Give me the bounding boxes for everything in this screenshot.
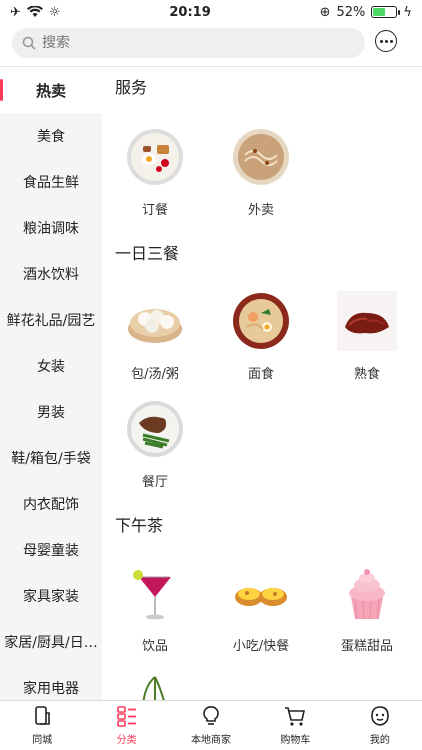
charging-icon: ϟ — [403, 4, 412, 20]
battery-icon — [371, 6, 401, 18]
category-item-label: 订餐 — [141, 203, 168, 218]
profile-icon — [371, 706, 389, 726]
tab-label: 我的 — [369, 735, 390, 746]
category-item-snacks[interactable]: 小吃/快餐 — [208, 555, 314, 663]
sidebar-item-label: 家用电器 — [23, 681, 79, 697]
loading-icon: ☼ — [48, 4, 61, 20]
bottom-tab-bar: 同城 分类 本地商家 购物车 我的 — [0, 700, 422, 750]
sidebar-item-mens[interactable]: 男装 — [0, 389, 102, 435]
breakfast-plate-icon — [125, 127, 185, 187]
tab-label: 分类 — [116, 735, 137, 746]
cherries-icon — [125, 671, 185, 700]
sidebar-item-label: 家具家装 — [23, 589, 79, 605]
tab-category[interactable]: 分类 — [84, 701, 168, 750]
dot — [384, 39, 388, 43]
dot — [389, 39, 393, 43]
search-icon — [22, 36, 36, 50]
tab-label: 同城 — [32, 735, 53, 746]
search-input[interactable] — [42, 35, 342, 51]
tab-label: 购物车 — [280, 735, 311, 746]
category-item-drinks[interactable]: 饮品 — [102, 555, 208, 663]
sidebar-item-label: 内衣配饰 — [23, 497, 79, 513]
category-sidebar: 热卖 美食 食品生鲜 粮油调味 酒水饮料 鲜花礼品/园艺 女装 男装 鞋/箱包/… — [0, 67, 102, 700]
category-item-label: 小吃/快餐 — [232, 639, 290, 654]
sidebar-item-label: 美食 — [37, 129, 65, 145]
rotation-lock-icon: ⊕ — [319, 4, 331, 20]
category-item-order-meal[interactable]: 订餐 — [102, 119, 208, 227]
sidebar-item-appliances[interactable]: 家用电器 — [0, 665, 102, 700]
steak-plate-icon — [125, 399, 185, 459]
category-item-fruit[interactable] — [102, 663, 208, 700]
category-grid: 订餐 外卖 — [102, 105, 422, 233]
airplane-icon: ✈ — [10, 4, 21, 20]
sidebar-item-label: 女装 — [37, 359, 65, 375]
search-box[interactable] — [12, 28, 365, 58]
category-item-noodles[interactable]: 面食 — [208, 283, 314, 391]
sidebar-item-hot[interactable]: 热卖 — [0, 67, 102, 113]
tab-cart[interactable]: 购物车 — [253, 701, 337, 750]
cupcake-icon — [337, 563, 397, 623]
sidebar-item-shoes-bags[interactable]: 鞋/箱包/手袋 — [0, 435, 102, 481]
sidebar-item-underwear[interactable]: 内衣配饰 — [0, 481, 102, 527]
section-title: 一日三餐 — [115, 244, 180, 263]
search-row — [0, 28, 422, 60]
cooked-meat-icon — [337, 291, 397, 351]
sidebar-item-label: 粮油调味 — [23, 221, 79, 237]
category-list-icon — [116, 706, 136, 727]
category-grid: 饮品 小吃/快餐 蛋糕甜品 — [102, 543, 422, 700]
sidebar-item-fresh[interactable]: 食品生鲜 — [0, 159, 102, 205]
sidebar-item-label: 鲜花礼品/园艺 — [6, 313, 96, 329]
category-item-cooked-food[interactable]: 熟食 — [314, 283, 420, 391]
category-item-label: 蛋糕甜品 — [340, 639, 393, 654]
category-item-takeaway[interactable]: 外卖 — [208, 119, 314, 227]
section-title: 服务 — [115, 78, 148, 97]
category-item-label: 外卖 — [247, 203, 274, 218]
category-item-label: 餐厅 — [141, 475, 168, 490]
sidebar-item-label: 酒水饮料 — [23, 267, 79, 283]
category-item-label: 饮品 — [141, 639, 168, 654]
cart-icon — [285, 707, 306, 726]
noodle-bowl-icon — [231, 127, 291, 187]
sidebar-item-label: 母婴童装 — [23, 543, 79, 559]
phone-icon — [35, 706, 51, 725]
sidebar-item-food[interactable]: 美食 — [0, 113, 102, 159]
sidebar-item-womens[interactable]: 女装 — [0, 343, 102, 389]
sidebar-item-label: 家居/厨具/日… — [4, 635, 98, 651]
battery-percent: 52% — [336, 4, 366, 20]
section-title: 下午茶 — [115, 516, 164, 535]
dot — [379, 39, 383, 43]
category-item-restaurant[interactable]: 餐厅 — [102, 391, 208, 499]
category-item-cakes[interactable]: 蛋糕甜品 — [314, 555, 420, 663]
category-grid: 包/汤/粥 面食 熟食 餐厅 — [102, 271, 422, 505]
lightbulb-icon — [203, 706, 219, 725]
cocktail-icon — [125, 563, 185, 623]
status-bar: ✈ ☼ 20:19 ⊕ 52% ϟ — [0, 0, 422, 24]
category-item-buns-soup[interactable]: 包/汤/粥 — [102, 283, 208, 391]
ramen-icon — [231, 291, 291, 351]
category-item-label: 包/汤/粥 — [131, 367, 179, 382]
sidebar-item-label: 热卖 — [35, 81, 66, 100]
sidebar-item-drinks[interactable]: 酒水饮料 — [0, 251, 102, 297]
sidebar-item-home[interactable]: 家居/厨具/日… — [0, 619, 102, 665]
category-item-label: 面食 — [247, 367, 274, 382]
sidebar-item-label: 男装 — [37, 405, 65, 421]
sidebar-item-baby[interactable]: 母婴童装 — [0, 527, 102, 573]
dumplings-icon — [125, 291, 185, 351]
message-button[interactable] — [375, 30, 397, 52]
sidebar-item-label: 食品生鲜 — [23, 175, 79, 191]
category-content: 服务 订餐 外卖 一日三餐 包/汤/粥 面食 熟食 餐厅 下午茶 饮品 小吃/快… — [102, 67, 422, 700]
category-item-label: 熟食 — [353, 367, 380, 382]
sidebar-item-furniture[interactable]: 家具家装 — [0, 573, 102, 619]
tab-city[interactable]: 同城 — [0, 701, 84, 750]
tab-mine[interactable]: 我的 — [338, 701, 422, 750]
tab-local-merchants[interactable]: 本地商家 — [169, 701, 253, 750]
egg-tart-icon — [231, 563, 291, 623]
sidebar-item-grain-oil[interactable]: 粮油调味 — [0, 205, 102, 251]
sidebar-item-label: 鞋/箱包/手袋 — [11, 451, 91, 467]
status-time: 20:19 — [169, 4, 211, 20]
tab-label: 本地商家 — [191, 735, 232, 746]
sidebar-item-flowers[interactable]: 鲜花礼品/园艺 — [0, 297, 102, 343]
wifi-icon — [26, 6, 43, 17]
